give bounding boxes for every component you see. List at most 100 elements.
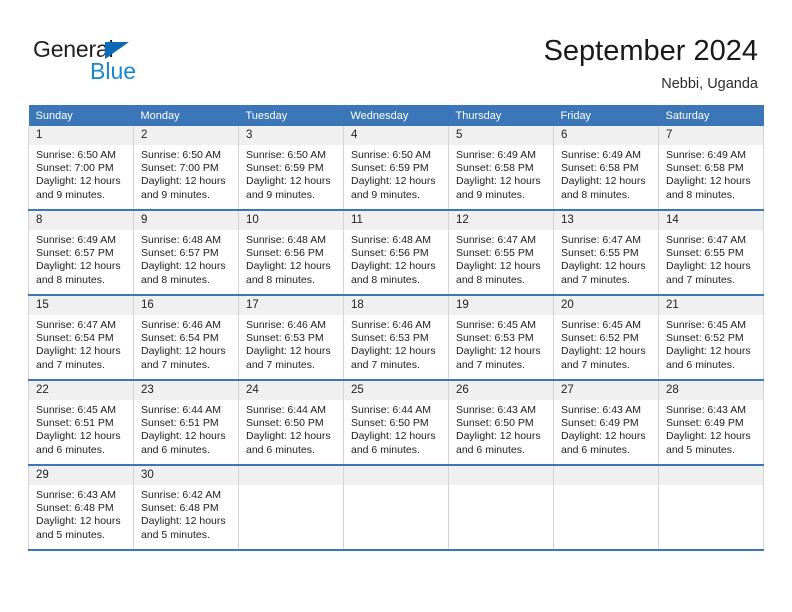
weekday-header-tuesday: Tuesday [238,105,344,126]
day-cell[interactable]: 25 Sunrise: 6:44 AM Sunset: 6:50 PM Dayligh… [343,380,449,466]
daylight-text-line2: and 9 minutes. [456,188,525,201]
daylight-text-line1: Daylight: 12 hours [456,345,541,358]
sunrise-text: Sunrise: 6:45 AM [666,319,746,331]
day-cell[interactable]: 23 Sunrise: 6:44 AM Sunset: 6:51 PM Dayligh… [133,380,239,466]
day-cell[interactable]: 14 Sunrise: 6:47 AM Sunset: 6:55 PM Dayligh… [658,210,764,296]
sunrise-text: Sunrise: 6:50 AM [246,149,326,161]
day-details: Sunrise: 6:50 AM Sunset: 6:59 PM Daylight:… [239,145,343,202]
daylight-text-line2: and 8 minutes. [666,188,735,201]
daylight-text-line1: Daylight: 12 hours [351,175,436,188]
sunrise-text: Sunrise: 6:46 AM [246,319,326,331]
day-number: 4 [344,126,448,145]
day-cell[interactable]: 5 Sunrise: 6:49 AM Sunset: 6:58 PM Daylight… [448,126,554,211]
calendar-week-row: 8 Sunrise: 6:49 AM Sunset: 6:57 PM Daylight… [28,210,764,296]
day-cell[interactable]: 24 Sunrise: 6:44 AM Sunset: 6:50 PM Dayligh… [238,380,344,466]
daylight-text-line1: Daylight: 12 hours [36,345,121,358]
calendar-week-row: 1 Sunrise: 6:50 AM Sunset: 7:00 PM Daylight… [28,126,764,211]
sunrise-text: Sunrise: 6:43 AM [666,404,746,416]
sunset-text: Sunset: 6:58 PM [561,162,639,175]
sunrise-text: Sunrise: 6:45 AM [456,319,536,331]
day-number: 11 [344,211,448,230]
day-cell[interactable]: 10 Sunrise: 6:48 AM Sunset: 6:56 PM Dayligh… [238,210,344,296]
daylight-text-line1: Daylight: 12 hours [666,175,751,188]
day-number: 2 [134,126,238,145]
page-header: General Blue September 2024 Nebbi, Ugand… [0,0,792,100]
sunset-text: Sunset: 6:54 PM [141,332,219,345]
sunrise-text: Sunrise: 6:49 AM [36,234,116,246]
day-number: 10 [239,211,343,230]
daylight-text-line2: and 8 minutes. [141,273,210,286]
day-details: Sunrise: 6:47 AM Sunset: 6:54 PM Daylight:… [29,315,133,372]
day-cell[interactable]: 1 Sunrise: 6:50 AM Sunset: 7:00 PM Daylight… [28,126,134,211]
day-number: 7 [659,126,763,145]
daylight-text-line1: Daylight: 12 hours [36,430,121,443]
daylight-text-line2: and 8 minutes. [561,188,630,201]
day-cell[interactable]: 15 Sunrise: 6:47 AM Sunset: 6:54 PM Dayligh… [28,295,134,381]
day-details: Sunrise: 6:45 AM Sunset: 6:53 PM Daylight:… [449,315,553,372]
daylight-text-line2: and 6 minutes. [561,443,630,456]
day-cell[interactable]: 26 Sunrise: 6:43 AM Sunset: 6:50 PM Dayligh… [448,380,554,466]
daylight-text-line1: Daylight: 12 hours [246,345,331,358]
daylight-text-line2: and 5 minutes. [666,443,735,456]
sunrise-text: Sunrise: 6:47 AM [561,234,641,246]
sunset-text: Sunset: 6:51 PM [36,417,114,430]
day-number: 5 [449,126,553,145]
day-cell[interactable]: 27 Sunrise: 6:43 AM Sunset: 6:49 PM Dayligh… [553,380,659,466]
sunrise-text: Sunrise: 6:49 AM [456,149,536,161]
sunset-text: Sunset: 6:57 PM [36,247,114,260]
day-details: Sunrise: 6:46 AM Sunset: 6:53 PM Daylight:… [239,315,343,372]
day-details: Sunrise: 6:48 AM Sunset: 6:57 PM Daylight:… [134,230,238,287]
weekday-header-friday: Friday [553,105,659,126]
sunset-text: Sunset: 6:55 PM [456,247,534,260]
day-cell[interactable]: 21 Sunrise: 6:45 AM Sunset: 6:52 PM Dayligh… [658,295,764,381]
daylight-text-line2: and 6 minutes. [36,443,105,456]
day-cell[interactable]: 16 Sunrise: 6:46 AM Sunset: 6:54 PM Dayligh… [133,295,239,381]
day-cell[interactable]: 22 Sunrise: 6:45 AM Sunset: 6:51 PM Dayligh… [28,380,134,466]
sunset-text: Sunset: 6:53 PM [246,332,324,345]
sunset-text: Sunset: 6:52 PM [666,332,744,345]
daylight-text-line2: and 9 minutes. [351,188,420,201]
sunrise-text: Sunrise: 6:44 AM [141,404,221,416]
day-cell[interactable]: 19 Sunrise: 6:45 AM Sunset: 6:53 PM Dayligh… [448,295,554,381]
day-cell[interactable]: 12 Sunrise: 6:47 AM Sunset: 6:55 PM Dayligh… [448,210,554,296]
day-cell[interactable]: 4 Sunrise: 6:50 AM Sunset: 6:59 PM Daylight… [343,126,449,211]
day-cell[interactable]: 6 Sunrise: 6:49 AM Sunset: 6:58 PM Daylight… [553,126,659,211]
weekday-header-sunday: Sunday [28,105,134,126]
weekday-header-thursday: Thursday [448,105,554,126]
day-number [344,466,448,485]
day-cell[interactable]: 30 Sunrise: 6:42 AM Sunset: 6:48 PM Dayligh… [133,465,239,551]
day-cell[interactable]: 2 Sunrise: 6:50 AM Sunset: 7:00 PM Daylight… [133,126,239,211]
sunrise-text: Sunrise: 6:46 AM [141,319,221,331]
daylight-text-line2: and 8 minutes. [246,273,315,286]
day-cell[interactable]: 11 Sunrise: 6:48 AM Sunset: 6:56 PM Dayligh… [343,210,449,296]
day-number: 30 [134,466,238,485]
day-cell[interactable]: 3 Sunrise: 6:50 AM Sunset: 6:59 PM Daylight… [238,126,344,211]
day-details: Sunrise: 6:49 AM Sunset: 6:58 PM Daylight:… [449,145,553,202]
sunrise-text: Sunrise: 6:43 AM [36,489,116,501]
day-cell[interactable]: 28 Sunrise: 6:43 AM Sunset: 6:49 PM Dayligh… [658,380,764,466]
day-number: 23 [134,381,238,400]
daylight-text-line2: and 7 minutes. [36,358,105,371]
day-cell[interactable]: 18 Sunrise: 6:46 AM Sunset: 6:53 PM Dayligh… [343,295,449,381]
day-cell[interactable]: 29 Sunrise: 6:43 AM Sunset: 6:48 PM Dayligh… [28,465,134,551]
day-number: 14 [659,211,763,230]
daylight-text-line1: Daylight: 12 hours [561,260,646,273]
sunrise-text: Sunrise: 6:43 AM [561,404,641,416]
sunset-text: Sunset: 6:59 PM [246,162,324,175]
day-number: 18 [344,296,448,315]
calendar-week-row: 22 Sunrise: 6:45 AM Sunset: 6:51 PM Dayligh… [28,380,764,466]
day-cell[interactable]: 13 Sunrise: 6:47 AM Sunset: 6:55 PM Dayligh… [553,210,659,296]
calendar-week-row: 29 Sunrise: 6:43 AM Sunset: 6:48 PM Dayligh… [28,465,764,551]
sunrise-text: Sunrise: 6:47 AM [36,319,116,331]
day-cell[interactable]: 7 Sunrise: 6:49 AM Sunset: 6:58 PM Daylight… [658,126,764,211]
day-details [344,485,448,489]
day-details: Sunrise: 6:44 AM Sunset: 6:50 PM Daylight:… [344,400,448,457]
day-cell[interactable]: 20 Sunrise: 6:45 AM Sunset: 6:52 PM Dayligh… [553,295,659,381]
daylight-text-line1: Daylight: 12 hours [141,260,226,273]
sunset-text: Sunset: 6:53 PM [456,332,534,345]
day-cell[interactable]: 17 Sunrise: 6:46 AM Sunset: 6:53 PM Dayligh… [238,295,344,381]
day-cell[interactable]: 9 Sunrise: 6:48 AM Sunset: 6:57 PM Daylight… [133,210,239,296]
sunset-text: Sunset: 6:49 PM [666,417,744,430]
day-cell[interactable]: 8 Sunrise: 6:49 AM Sunset: 6:57 PM Daylight… [28,210,134,296]
sunrise-text: Sunrise: 6:42 AM [141,489,221,501]
